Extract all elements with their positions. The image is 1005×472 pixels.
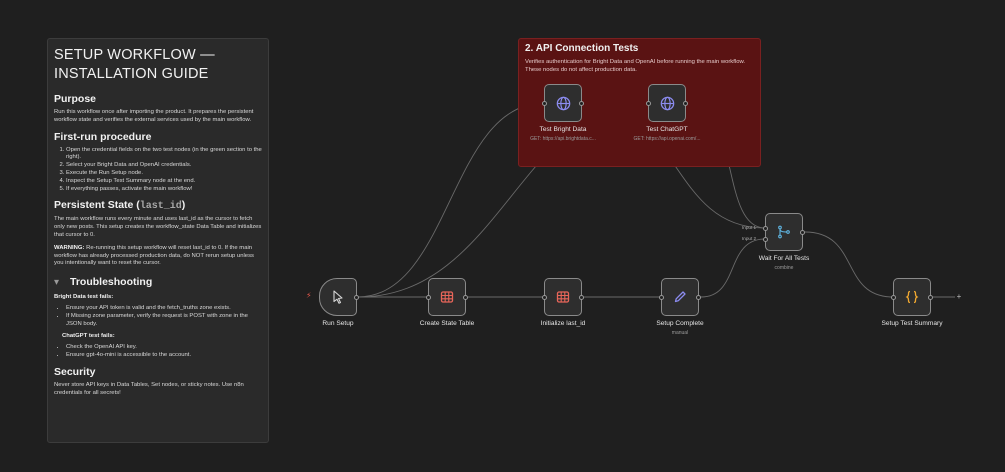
troubleshooting-heading: ▾ Troubleshooting xyxy=(54,276,153,289)
node-test-chatgpt[interactable]: Test ChatGPT GET: https://api.openai.com… xyxy=(634,84,700,142)
bright-fails-list: Ensure your API token is valid and the f… xyxy=(54,305,262,328)
purpose-heading: Purpose xyxy=(54,93,97,105)
globe-icon xyxy=(555,95,572,112)
wire-complete-wait xyxy=(700,238,766,298)
firstrun-steps: Open the credential fields on the two te… xyxy=(54,147,262,194)
input-port[interactable] xyxy=(891,295,896,300)
list-item: Execute the Run Setup node. xyxy=(66,170,262,178)
bright-fails-label: Bright Data test fails: xyxy=(54,294,114,301)
list-item: Ensure your API token is valid and the f… xyxy=(66,305,262,313)
input-port[interactable] xyxy=(542,101,547,106)
persistent-text: The main workflow runs every minute and … xyxy=(54,216,262,238)
node-sublabel: GET: https://api.brightdata.c... xyxy=(530,136,596,142)
node-create-state-table[interactable]: Create State Table xyxy=(420,278,474,327)
wire-wait-summary xyxy=(804,231,894,298)
security-heading: Security xyxy=(54,365,96,378)
node-label: Create State Table xyxy=(419,320,475,327)
input-port[interactable] xyxy=(426,295,431,300)
list-item: Select your Bright Data and OpenAI crede… xyxy=(66,162,262,170)
list-item: If everything passes, activate the main … xyxy=(66,186,262,194)
wire-run-bright xyxy=(357,102,545,298)
table-icon xyxy=(555,289,571,305)
chatgpt-fails-label: ChatGPT test fails: xyxy=(62,333,115,340)
list-item: If Missing zone parameter, verify the re… xyxy=(66,313,262,329)
node-initialize-last-id[interactable]: Initialize last_id xyxy=(541,278,585,327)
sticky-note-guide[interactable]: SETUP WORKFLOW — INSTALLATION GUIDE Purp… xyxy=(47,38,269,443)
node-label: Setup Complete xyxy=(656,320,704,327)
output-port[interactable] xyxy=(683,101,688,106)
persistent-heading: Persistent State (last_id) xyxy=(54,199,186,213)
input-port[interactable] xyxy=(542,295,547,300)
group-title: 2. API Connection Tests xyxy=(525,43,639,54)
node-label: Setup Test Summary xyxy=(881,320,943,327)
code-braces-icon xyxy=(904,289,920,305)
input-2-label: Input 2 xyxy=(742,236,757,241)
list-item: Ensure gpt-4o-mini is accessible to the … xyxy=(66,352,262,360)
node-run-setup[interactable]: Run Setup xyxy=(319,278,359,327)
merge-icon xyxy=(776,224,792,240)
node-label: Initialize last_id xyxy=(540,320,586,327)
output-port[interactable] xyxy=(579,101,584,106)
globe-icon xyxy=(659,95,676,112)
input-port[interactable] xyxy=(646,101,651,106)
guide-title: SETUP WORKFLOW — INSTALLATION GUIDE xyxy=(54,47,215,82)
node-label: Run Setup xyxy=(322,320,354,327)
warning-text: WARNING: Re-running this setup workflow … xyxy=(54,244,254,267)
input-1-label: Input 1 xyxy=(742,225,757,230)
list-item: Inspect the Setup Test Summary node at t… xyxy=(66,178,262,186)
input-port-2[interactable] xyxy=(763,237,768,242)
purpose-text: Run this workflow once after importing t… xyxy=(54,109,254,123)
security-text: Never store API keys in Data Tables, Set… xyxy=(54,381,244,396)
output-port[interactable] xyxy=(463,295,468,300)
node-sublabel: GET: https://api.openai.com/... xyxy=(633,136,701,142)
input-port-1[interactable] xyxy=(763,226,768,231)
output-port[interactable] xyxy=(579,295,584,300)
chatgpt-fails-list: Check the OpenAI API key. Ensure gpt-4o-… xyxy=(54,344,262,360)
cursor-icon xyxy=(330,289,346,305)
output-port[interactable] xyxy=(928,295,933,300)
node-label: Test Bright Data xyxy=(539,126,587,133)
node-setup-test-summary[interactable]: Setup Test Summary xyxy=(881,278,943,327)
collapse-toggle-icon: ▾ xyxy=(54,276,60,288)
pencil-icon xyxy=(672,289,688,305)
firstrun-heading: First-run procedure xyxy=(54,130,152,143)
output-port[interactable] xyxy=(800,230,805,235)
group-description: Verifies authentication for Bright Data … xyxy=(525,59,746,73)
output-port[interactable] xyxy=(354,295,359,300)
node-sublabel: combine xyxy=(774,265,794,271)
node-sublabel: manual xyxy=(671,330,689,336)
node-test-bright-data[interactable]: Test Bright Data GET: https://api.bright… xyxy=(530,84,596,142)
node-setup-complete[interactable]: Setup Complete manual xyxy=(656,278,704,336)
node-label: Wait For All Tests xyxy=(758,255,810,262)
output-port[interactable] xyxy=(696,295,701,300)
input-port[interactable] xyxy=(659,295,664,300)
list-item: Check the OpenAI API key. xyxy=(66,344,262,352)
list-item: Open the credential fields on the two te… xyxy=(66,147,262,163)
add-node-plus-icon[interactable]: + xyxy=(955,293,963,301)
table-icon xyxy=(439,289,455,305)
trigger-bolt-icon: ⚡ xyxy=(306,291,312,300)
node-wait-for-all-tests[interactable]: Input 1 Input 2 Wait For All Tests combi… xyxy=(742,213,809,271)
node-label: Test ChatGPT xyxy=(646,126,688,133)
workflow-canvas[interactable]: SETUP WORKFLOW — INSTALLATION GUIDE Purp… xyxy=(0,0,1005,472)
